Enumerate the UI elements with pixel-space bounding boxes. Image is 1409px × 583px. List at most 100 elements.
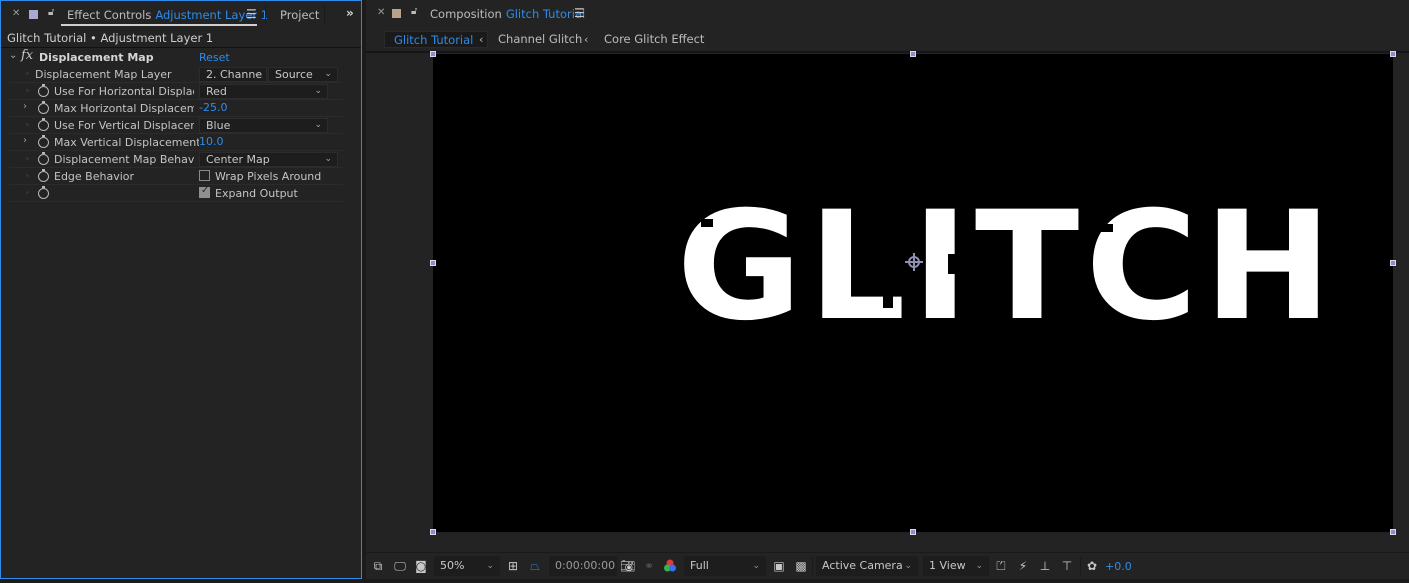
- timeline-icon[interactable]: ⊥: [1038, 559, 1052, 573]
- region-of-interest-icon[interactable]: ▣: [772, 559, 786, 573]
- resize-handle[interactable]: [1390, 260, 1396, 266]
- resolution-dropdown[interactable]: Full ⌄: [684, 556, 766, 576]
- wrap-pixels-checkbox[interactable]: [199, 170, 210, 181]
- tab-label: Project: [280, 8, 320, 22]
- layer-dropdown[interactable]: 2. Channe ⌄: [199, 67, 267, 82]
- property-label: Displacement Map Layer: [35, 68, 172, 81]
- toggle-pixel-aspect-icon[interactable]: ⏍: [994, 559, 1008, 573]
- fx-icon[interactable]: fx: [21, 48, 33, 63]
- glitch-artifact: [853, 229, 871, 235]
- view-layout-dropdown[interactable]: 1 View ⌄: [923, 556, 989, 576]
- stopwatch-icon[interactable]: [38, 135, 49, 148]
- map-behavior-dropdown[interactable]: Center Map ⌄: [199, 152, 338, 167]
- show-snapshot-icon[interactable]: ⚭: [642, 559, 656, 573]
- breadcrumb-glitch-tutorial[interactable]: Glitch Tutorial: [384, 31, 488, 48]
- chevron-left-icon: ‹: [584, 33, 589, 46]
- tab-project[interactable]: Project: [280, 7, 319, 23]
- panel-overflow-icon[interactable]: »: [346, 6, 354, 20]
- breadcrumb-core-glitch-effect[interactable]: Core Glitch Effect: [595, 31, 713, 48]
- glitch-artifact: [948, 254, 956, 274]
- dropdown-value: 1 View: [929, 559, 966, 572]
- layer-label-color-icon[interactable]: [29, 10, 38, 19]
- exposure-value[interactable]: +0.0: [1105, 560, 1132, 573]
- expand-output-checkbox[interactable]: [199, 185, 210, 198]
- max-vertical-value[interactable]: 10.0: [199, 135, 224, 148]
- chevron-right-icon[interactable]: ›: [23, 101, 27, 112]
- lock-icon[interactable]: 🔓︎: [411, 6, 417, 17]
- horizontal-channel-dropdown[interactable]: Red ⌄: [199, 84, 328, 99]
- max-horizontal-value[interactable]: -25.0: [199, 101, 227, 114]
- effect-controls-panel: ✕ 🔓︎ Effect Controls Adjustment Layer 1 …: [0, 0, 362, 579]
- viewer-toolbar: ⧉ 🖵︎ ◙ 50% ⌄ ⊞ ⏢ 0:00:00:00 📷︎ ⚭ Full ⌄ …: [366, 552, 1409, 579]
- property-row: › Max Vertical Displacement 10.0: [9, 134, 343, 151]
- anchor-point-icon[interactable]: [905, 253, 923, 271]
- bullet-icon: [26, 123, 29, 126]
- resize-handle[interactable]: [430, 529, 436, 535]
- comp-label-color-icon[interactable]: [392, 9, 401, 18]
- close-panel-icon[interactable]: ✕: [377, 7, 385, 18]
- resize-handle[interactable]: [910, 529, 916, 535]
- layer-source-dropdown[interactable]: Source ⌄: [268, 67, 338, 82]
- resize-handle[interactable]: [1390, 529, 1396, 535]
- effect-header-displacement-map[interactable]: ⌄ fx Displacement Map Reset: [9, 48, 343, 66]
- close-panel-icon[interactable]: ✕: [12, 8, 20, 19]
- chevron-down-icon: ⌄: [314, 120, 322, 130]
- chevron-down-icon: ⌄: [975, 561, 983, 571]
- glitch-artifact: [883, 294, 893, 308]
- stopwatch-icon[interactable]: [38, 169, 49, 182]
- chevron-down-icon[interactable]: ⌄: [9, 50, 17, 61]
- resize-handle[interactable]: [910, 51, 916, 57]
- property-row: Expand Output: [9, 185, 343, 202]
- reset-exposure-icon[interactable]: ✿: [1085, 559, 1099, 573]
- tab-divider: [324, 5, 325, 25]
- property-row: Use For Horizontal Displace Red ⌄: [9, 83, 343, 100]
- panel-menu-icon[interactable]: ☰: [246, 7, 257, 21]
- flowchart-icon[interactable]: ⊤: [1060, 559, 1074, 573]
- chevron-down-icon: ⌄: [324, 154, 332, 164]
- tab-divider: [265, 5, 266, 25]
- vr-goggles-icon[interactable]: ◙: [414, 559, 428, 573]
- composition-canvas[interactable]: GLITCH: [430, 51, 1396, 535]
- property-label: Max Vertical Displacement: [54, 136, 199, 149]
- camera-view-dropdown[interactable]: Active Camera ⌄: [816, 556, 918, 576]
- lock-icon[interactable]: 🔓︎: [48, 7, 54, 18]
- camera-snapshot-icon[interactable]: 📷︎: [620, 559, 635, 573]
- resize-handle[interactable]: [430, 260, 436, 266]
- resize-handle[interactable]: [1390, 51, 1396, 57]
- bullet-icon: [26, 174, 29, 177]
- tab-effect-controls[interactable]: Effect Controls Adjustment Layer 1: [67, 7, 268, 23]
- bullet-icon: [26, 89, 29, 92]
- tab-composition[interactable]: Composition Glitch Tutorial: [430, 6, 585, 22]
- always-preview-icon[interactable]: ⧉: [371, 559, 385, 573]
- stopwatch-icon[interactable]: [38, 186, 49, 199]
- property-row: › Max Horizontal Displaceme -25.0: [9, 100, 343, 117]
- bullet-icon: [26, 191, 29, 194]
- channels-icon[interactable]: [663, 559, 677, 573]
- bottom-strip: [0, 579, 1409, 583]
- composition-viewer[interactable]: GLITCH: [366, 51, 1409, 551]
- monitor-icon[interactable]: 🖵︎: [393, 559, 407, 573]
- magnification-dropdown[interactable]: 50% ⌄: [434, 556, 500, 576]
- stopwatch-icon[interactable]: [38, 84, 49, 97]
- glitch-text-layer[interactable]: GLITCH: [677, 192, 1338, 342]
- resize-handle[interactable]: [430, 51, 436, 57]
- chevron-right-icon[interactable]: ›: [23, 135, 27, 146]
- fast-previews-icon[interactable]: ⚡︎: [1016, 559, 1030, 573]
- reset-button[interactable]: Reset: [199, 51, 230, 64]
- vertical-channel-dropdown[interactable]: Blue ⌄: [199, 118, 328, 133]
- transparency-grid-icon[interactable]: ▩: [794, 559, 808, 573]
- panel-menu-icon[interactable]: ☰: [574, 6, 585, 20]
- grid-guides-icon[interactable]: ⊞: [506, 559, 520, 573]
- dropdown-value: Active Camera: [822, 559, 903, 572]
- breadcrumb-channel-glitch[interactable]: Channel Glitch: [489, 31, 591, 48]
- property-row: Edge Behavior Wrap Pixels Around: [9, 168, 343, 185]
- stopwatch-icon[interactable]: [38, 152, 49, 165]
- dropdown-value: 50%: [440, 559, 465, 572]
- mask-visibility-icon[interactable]: ⏢: [528, 559, 542, 573]
- glitch-artifact: [701, 219, 713, 227]
- panel-tab-bar: ✕ 🔓︎ Effect Controls Adjustment Layer 1 …: [1, 1, 361, 29]
- stopwatch-icon[interactable]: [38, 101, 49, 114]
- stopwatch-icon[interactable]: [38, 118, 49, 131]
- current-time-field[interactable]: 0:00:00:00: [549, 556, 617, 576]
- glitch-artifact: [801, 304, 815, 316]
